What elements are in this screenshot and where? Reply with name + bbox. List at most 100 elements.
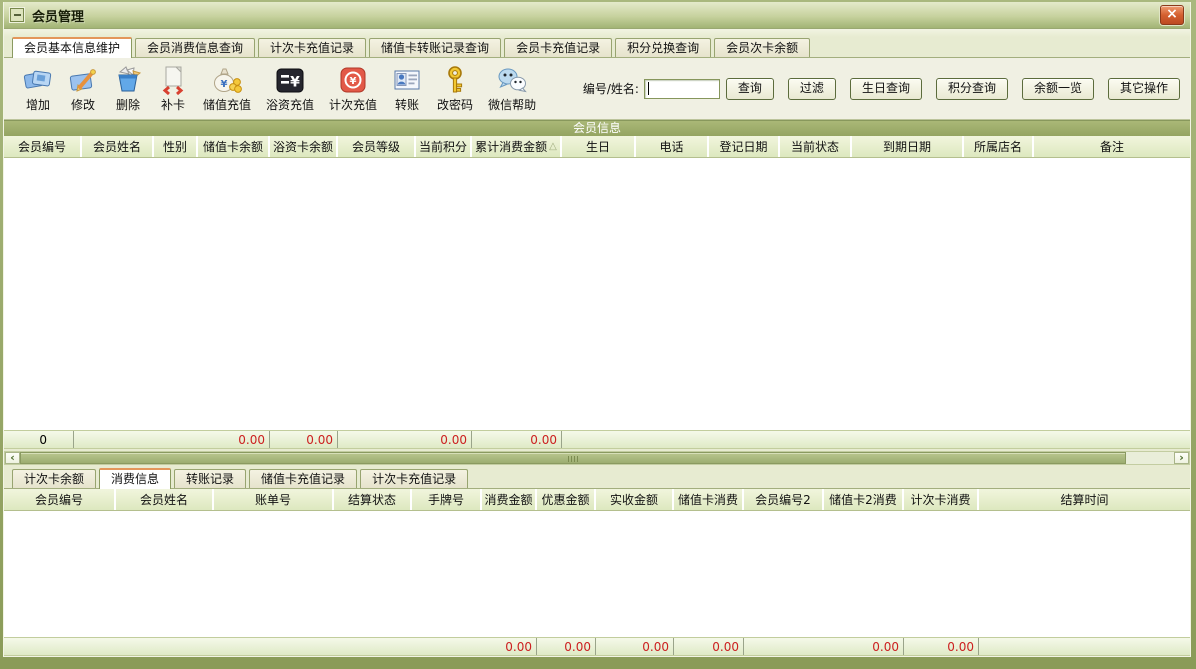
col-birthday[interactable]: 生日 [562,136,636,157]
col-d-consume-amount[interactable]: 消费金额 [482,489,537,510]
col-stored-card-balance[interactable]: 储值卡余额 [198,136,270,157]
col-store-name[interactable]: 所属店名 [964,136,1034,157]
transfer-icon [392,65,422,95]
col-current-status[interactable]: 当前状态 [780,136,852,157]
tab-transfer-records[interactable]: 转账记录 [174,469,246,488]
delete-trash-icon [113,65,143,95]
titlebar[interactable]: 会员管理 × [4,2,1190,29]
member-info-band: 会员信息 [4,120,1190,136]
detail-grid-body[interactable] [4,511,1190,637]
app-icon [10,8,24,22]
toolbar: 增加 修改 删除 [4,58,1190,120]
birthday-query-button[interactable]: 生日查询 [850,78,922,100]
footer-d-stored-card2-consume: 0.00 [824,638,904,655]
balance-overview-button[interactable]: 余额一览 [1022,78,1094,100]
col-gender[interactable]: 性别 [154,136,198,157]
col-d-settle-time[interactable]: 结算时间 [979,489,1190,510]
tab-member-card-recharge-records[interactable]: 会员卡充值记录 [504,38,612,57]
transfer-button[interactable]: 转账 [387,63,427,115]
col-member-id[interactable]: 会员编号 [4,136,82,157]
search-label: 编号/姓名: [583,80,639,97]
scroll-right-button[interactable]: › [1174,452,1189,464]
close-button[interactable]: × [1160,5,1184,25]
bath-card-recharge-icon: ¥ [275,65,305,95]
toolbar-label: 计次充值 [329,96,377,113]
col-d-count-card-consume[interactable]: 计次卡消费 [904,489,979,510]
tab-consume-info[interactable]: 消费信息 [99,468,171,489]
tab-member-consume-query[interactable]: 会员消费信息查询 [135,38,255,57]
tab-points-exchange-query[interactable]: 积分兑换查询 [615,38,711,57]
scrollbar-thumb[interactable] [20,452,1126,464]
toolbar-label: 增加 [26,96,50,113]
footer-member-count: 0 [4,431,74,448]
add-card-icon [23,65,53,95]
footer-total-consumption: 0.00 [472,431,562,448]
svg-text:¥: ¥ [350,76,357,87]
footer-stored-card-balance: 0.00 [74,431,270,448]
member-management-window: 会员管理 × 会员基本信息维护 会员消费信息查询 计次卡充值记录 储值卡转账记录… [0,0,1196,669]
col-total-consumption[interactable]: 累计消费金额 △ [472,136,562,157]
col-d-member-id[interactable]: 会员编号 [4,489,116,510]
detail-grid-header: 会员编号 会员姓名 账单号 结算状态 手牌号 消费金额 优惠金额 实收金额 储值… [4,489,1190,511]
footer-d-count-card-consume: 0.00 [904,638,979,655]
scrollbar-track[interactable] [1126,452,1174,464]
col-d-stored-card-consume[interactable]: 储值卡消费 [674,489,744,510]
col-expiry-date[interactable]: 到期日期 [852,136,964,157]
reissue-card-button[interactable]: 补卡 [153,63,193,115]
points-query-button[interactable]: 积分查询 [936,78,1008,100]
col-d-member-id2[interactable]: 会员编号2 [744,489,824,510]
col-register-date[interactable]: 登记日期 [709,136,780,157]
query-button[interactable]: 查询 [726,78,774,100]
tab-count-card-recharge-records2[interactable]: 计次卡充值记录 [360,469,468,488]
tab-member-count-card-balance[interactable]: 会员次卡余额 [714,38,810,57]
col-d-hand-tag-no[interactable]: 手牌号 [412,489,482,510]
toolbar-label: 改密码 [437,96,473,113]
edit-member-button[interactable]: 修改 [63,63,103,115]
col-current-points[interactable]: 当前积分 [416,136,472,157]
moneybag-recharge-icon: ¥ [212,65,242,95]
col-d-stored-card2-consume[interactable]: 储值卡2消费 [824,489,904,510]
horizontal-scrollbar[interactable]: ‹ › [4,451,1190,465]
col-d-discount-amount[interactable]: 优惠金额 [537,489,596,510]
filter-button[interactable]: 过滤 [788,78,836,100]
svg-text:¥: ¥ [221,79,228,90]
count-recharge-button[interactable]: ¥ 计次充值 [324,63,382,115]
member-grid-header: 会员编号 会员姓名 性别 储值卡余额 浴资卡余额 会员等级 当前积分 累计消费金… [4,136,1190,158]
col-bath-card-balance[interactable]: 浴资卡余额 [270,136,338,157]
main-tab-bar: 会员基本信息维护 会员消费信息查询 计次卡充值记录 储值卡转账记录查询 会员卡充… [4,37,1190,58]
tab-member-basic-info[interactable]: 会员基本信息维护 [12,37,132,58]
window-frame: 会员管理 × 会员基本信息维护 会员消费信息查询 计次卡充值记录 储值卡转账记录… [3,2,1191,657]
col-d-member-name[interactable]: 会员姓名 [116,489,214,510]
scrollbar-grip [568,456,578,462]
toolbar-label: 删除 [116,96,140,113]
tab-count-card-recharge-records[interactable]: 计次卡充值记录 [258,38,366,57]
add-member-button[interactable]: 增加 [18,63,58,115]
col-d-bill-no[interactable]: 账单号 [214,489,334,510]
detail-grid-footer: 0.00 0.00 0.00 0.00 0.00 0.00 [4,637,1190,656]
delete-member-button[interactable]: 删除 [108,63,148,115]
footer-d-member-id2-spacer [744,638,824,655]
wechat-help-button[interactable]: 微信帮助 [483,63,541,115]
toolbar-label: 转账 [395,96,419,113]
tab-count-card-balance[interactable]: 计次卡余额 [12,469,96,488]
change-password-button[interactable]: 改密码 [432,63,478,115]
other-operations-button[interactable]: 其它操作 [1108,78,1180,100]
member-grid-body[interactable] [4,158,1190,430]
col-d-settle-status[interactable]: 结算状态 [334,489,412,510]
col-member-level[interactable]: 会员等级 [338,136,416,157]
stored-value-recharge-button[interactable]: ¥ 储值充值 [198,63,256,115]
tab-stored-card-recharge-records[interactable]: 储值卡充值记录 [249,469,357,488]
footer-bath-card-balance: 0.00 [270,431,338,448]
footer-d-spacer-right [979,638,1190,655]
scroll-left-button[interactable]: ‹ [5,452,20,464]
col-remark[interactable]: 备注 [1034,136,1190,157]
col-d-paid-amount[interactable]: 实收金额 [596,489,674,510]
bath-fee-recharge-button[interactable]: ¥ 浴资充值 [261,63,319,115]
footer-d-stored-card-consume: 0.00 [674,638,744,655]
toolbar-label: 储值充值 [203,96,251,113]
footer-d-discount-amount: 0.00 [537,638,596,655]
tab-stored-card-transfer-records[interactable]: 储值卡转账记录查询 [369,38,501,57]
col-member-name[interactable]: 会员姓名 [82,136,154,157]
col-phone[interactable]: 电话 [636,136,709,157]
search-input[interactable] [644,79,720,99]
